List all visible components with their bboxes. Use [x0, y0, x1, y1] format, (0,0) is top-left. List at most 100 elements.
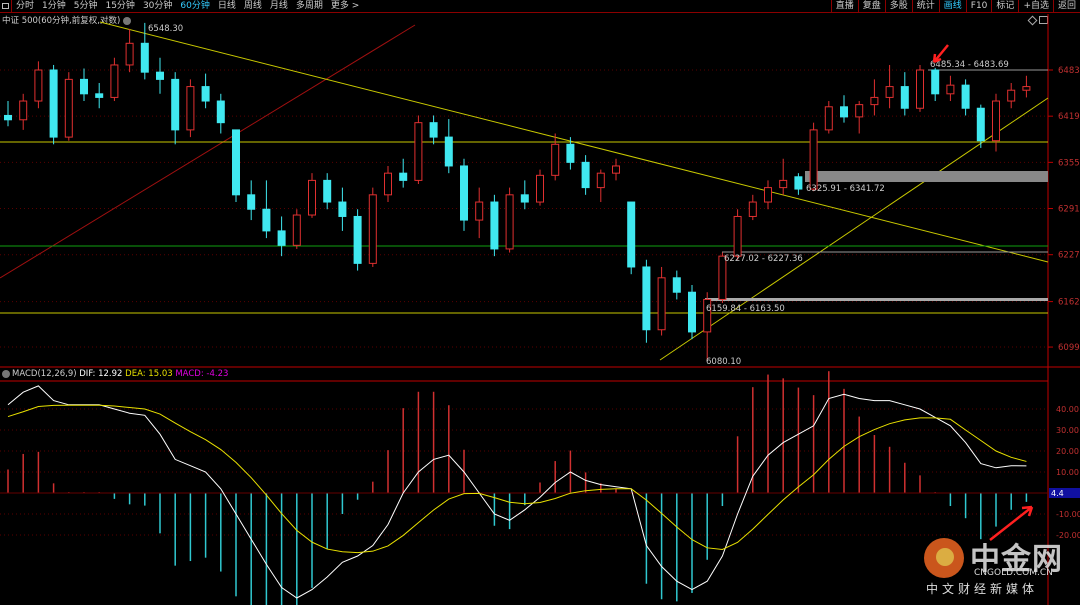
- candle: [536, 169, 544, 206]
- candle: [992, 93, 1000, 152]
- macd-tick-label: -10.00: [1056, 510, 1080, 519]
- candle: [505, 187, 514, 253]
- candle: [186, 79, 195, 138]
- logo-domain: CNGOLD.COM.CN: [974, 568, 1053, 578]
- candle: [475, 187, 484, 239]
- candle-body: [323, 179, 332, 203]
- candle: [870, 79, 879, 116]
- candle: [551, 133, 560, 181]
- candle: [840, 95, 848, 123]
- candle: [961, 79, 970, 116]
- candle: [612, 158, 620, 181]
- candle: [277, 216, 286, 257]
- candle-body: [414, 122, 423, 181]
- price-tick-label: 6162: [1058, 298, 1080, 308]
- cngold-logo: 中金网 CNGOLD.COM.CN 中文财经新媒体: [922, 532, 1072, 602]
- candle-body: [125, 42, 134, 66]
- candle: [262, 180, 271, 239]
- candle: [946, 75, 955, 102]
- candle: [657, 266, 666, 336]
- candle-body: [64, 78, 73, 138]
- zone-label: 6325.91 - 6341.72: [806, 184, 885, 194]
- price-tick-label: 6291: [1058, 205, 1080, 215]
- candle-body: [612, 165, 620, 174]
- candle: [171, 72, 180, 145]
- candle: [581, 155, 590, 195]
- candle-body: [840, 106, 848, 118]
- zone-box: [705, 298, 1048, 301]
- candle-body: [900, 86, 909, 109]
- candle-body: [627, 201, 636, 268]
- trend-line-red: [0, 24, 416, 279]
- candle-body: [976, 107, 985, 142]
- price-tick-label: 6419: [1058, 112, 1080, 122]
- candle: [916, 64, 924, 112]
- candle-body: [384, 172, 392, 196]
- macd-name: MACD(12,26,9): [12, 369, 77, 379]
- candle-body: [764, 187, 772, 203]
- candle: [855, 101, 864, 134]
- candle-body: [520, 194, 529, 203]
- candle-body: [733, 215, 742, 257]
- candle-body: [916, 69, 924, 109]
- price-tick-label: 6355: [1058, 158, 1080, 168]
- candle: [353, 209, 362, 271]
- candle-body: [338, 201, 347, 217]
- candle-body: [885, 86, 894, 98]
- candle-body: [688, 291, 696, 333]
- candle-body: [80, 78, 88, 95]
- candle-body: [748, 201, 757, 217]
- candle: [627, 201, 636, 275]
- candle-body: [429, 122, 438, 138]
- macd-value: MACD: -4.23: [175, 369, 229, 379]
- candle-body: [551, 143, 560, 176]
- candle: [931, 67, 940, 102]
- candle-body: [505, 194, 514, 250]
- macd-legend: MACD(12,26,9) DIF: 12.92 DEA: 15.03 MACD…: [2, 369, 228, 379]
- candle-body: [855, 104, 864, 118]
- candle: [216, 93, 225, 134]
- candle-body: [368, 194, 377, 264]
- candle: [460, 158, 468, 231]
- candle-body: [247, 194, 256, 210]
- candle-body: [19, 100, 28, 121]
- candle-body: [444, 136, 453, 167]
- candle: [429, 115, 438, 145]
- zone-label: 6159.84 - 6163.50: [706, 304, 785, 314]
- candle: [308, 173, 316, 218]
- candle: [490, 194, 499, 257]
- candle-body: [992, 100, 1000, 142]
- candle: [809, 122, 818, 192]
- candle: [95, 82, 104, 109]
- candle-body: [657, 277, 666, 331]
- trend-line-ascending: [659, 97, 1049, 361]
- candle-body: [672, 277, 681, 293]
- candle: [384, 165, 392, 203]
- candle-body: [946, 84, 955, 95]
- candle-body: [156, 71, 164, 80]
- candle-body: [277, 230, 286, 246]
- candle-body: [34, 69, 43, 102]
- candle: [201, 73, 210, 109]
- dif-line: [7, 385, 1027, 599]
- macd-current-value: 4.4: [1051, 489, 1064, 498]
- candle: [764, 180, 772, 210]
- macd-tick-label: 10.00: [1056, 468, 1079, 477]
- candlestick-chart[interactable]: 6483 6419 6355 6291 6227 6162 6099 40.00 30.00 20…: [0, 0, 1080, 605]
- candle: [368, 187, 377, 267]
- low-label: 6080.10: [706, 357, 741, 367]
- zone-label: 6485.34 - 6483.69: [930, 60, 1009, 70]
- candle-body: [536, 174, 544, 203]
- candle-body: [794, 176, 803, 190]
- settings-icon[interactable]: [2, 369, 10, 378]
- candle-body: [1022, 86, 1031, 91]
- candle-body: [490, 201, 499, 250]
- candle-body: [1007, 89, 1016, 102]
- candle: [247, 180, 256, 221]
- candle-body: [460, 165, 468, 221]
- candle-body: [581, 161, 590, 189]
- candle: [156, 57, 164, 94]
- candle-body: [566, 143, 575, 163]
- candle-body: [642, 266, 651, 331]
- candle: [292, 209, 301, 249]
